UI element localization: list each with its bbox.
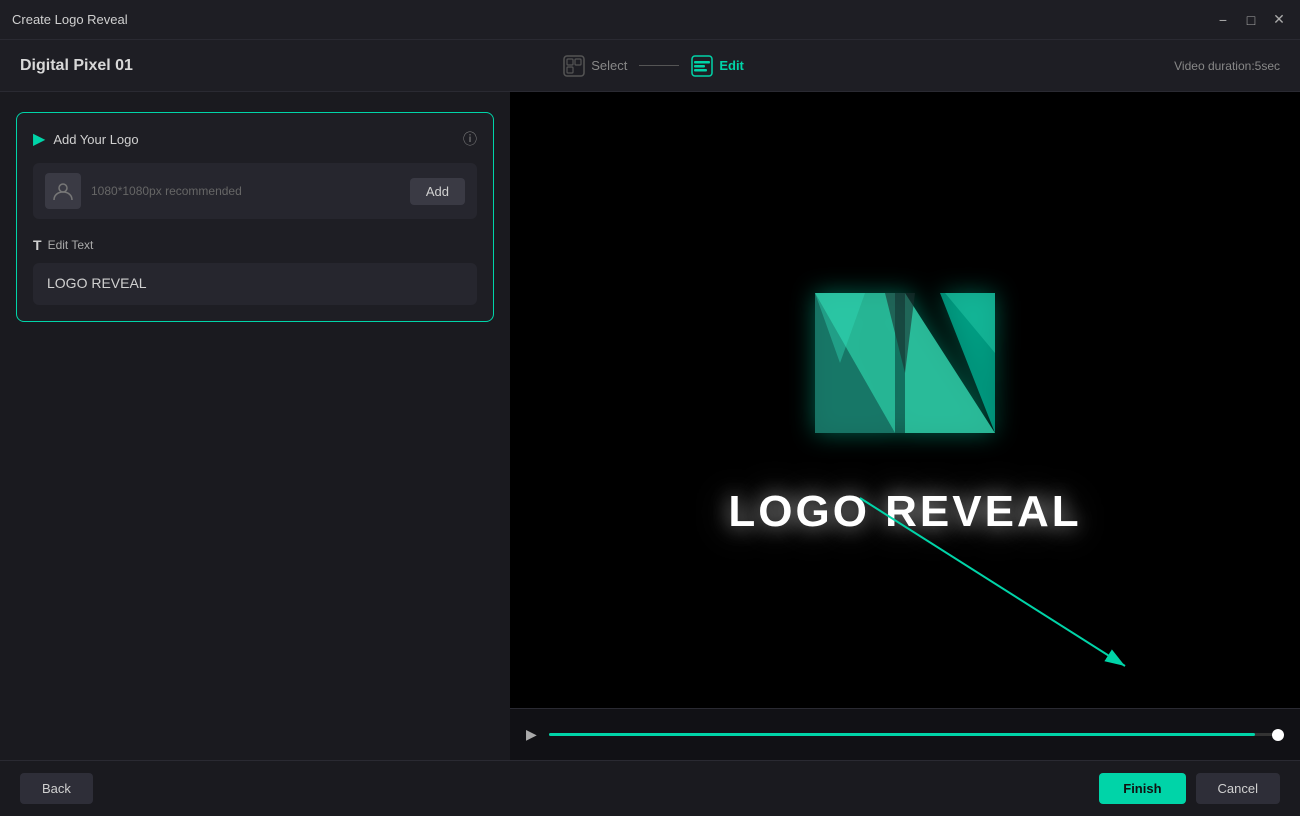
logo-placeholder-icon (45, 173, 81, 209)
play-button[interactable]: ▶ (526, 726, 537, 743)
left-panel: ▶ Add Your Logo ⓘ 1080*1080px recommende… (0, 92, 510, 760)
player-bar: ▶ (510, 708, 1300, 760)
timeline-track[interactable] (549, 733, 1284, 736)
right-panel: LOGO REVEAL ▶ (510, 92, 1300, 760)
info-icon[interactable]: ⓘ (463, 129, 477, 149)
logo-text-input[interactable]: LOGO REVEAL (33, 263, 477, 305)
edit-step-icon (691, 55, 713, 77)
edit-text-section: T Edit Text LOGO REVEAL (33, 237, 477, 305)
video-icon: ▶ (33, 129, 45, 149)
video-duration: Video duration:5sec (1174, 59, 1280, 73)
top-bar: Digital Pixel 01 Select (0, 40, 1300, 92)
preview-logo-text: LOGO REVEAL (728, 487, 1081, 537)
preview-area: LOGO REVEAL (510, 92, 1300, 708)
logo-placeholder-text: 1080*1080px recommended (91, 184, 400, 198)
preview-content: LOGO REVEAL (728, 263, 1081, 537)
maximize-button[interactable]: □ (1242, 11, 1260, 29)
add-logo-title: Add Your Logo (53, 132, 138, 147)
content-area: ▶ Add Your Logo ⓘ 1080*1080px recommende… (0, 92, 1300, 760)
main-area: Digital Pixel 01 Select (0, 40, 1300, 816)
add-logo-section-header: ▶ Add Your Logo ⓘ (33, 129, 477, 149)
minimize-button[interactable]: − (1214, 11, 1232, 29)
logo-graphic (785, 263, 1025, 463)
edit-text-label: T Edit Text (33, 237, 477, 253)
window-controls: − □ ✕ (1214, 11, 1288, 29)
back-button[interactable]: Back (20, 773, 93, 804)
project-name: Digital Pixel 01 (20, 57, 133, 75)
step-connector (639, 65, 679, 66)
select-step-label: Select (591, 58, 627, 73)
title-bar: Create Logo Reveal − □ ✕ (0, 0, 1300, 40)
finish-button[interactable]: Finish (1099, 773, 1185, 804)
cancel-button[interactable]: Cancel (1196, 773, 1280, 804)
timeline-fill (549, 733, 1255, 736)
window-title: Create Logo Reveal (12, 12, 128, 27)
edit-step-label: Edit (719, 58, 744, 73)
text-icon: T (33, 237, 42, 253)
timeline-thumb[interactable] (1272, 729, 1284, 741)
step-navigation: Select Edit (563, 55, 744, 77)
step-select: Select (563, 55, 627, 77)
edit-panel: ▶ Add Your Logo ⓘ 1080*1080px recommende… (16, 112, 494, 322)
edit-text-section-title: Edit Text (48, 238, 94, 252)
step-edit: Edit (691, 55, 744, 77)
add-logo-button[interactable]: Add (410, 178, 465, 205)
select-step-icon (563, 55, 585, 77)
close-button[interactable]: ✕ (1270, 11, 1288, 29)
logo-upload-box: 1080*1080px recommended Add (33, 163, 477, 219)
bottom-bar: Back Finish Cancel (0, 760, 1300, 816)
right-buttons: Finish Cancel (1099, 773, 1280, 804)
